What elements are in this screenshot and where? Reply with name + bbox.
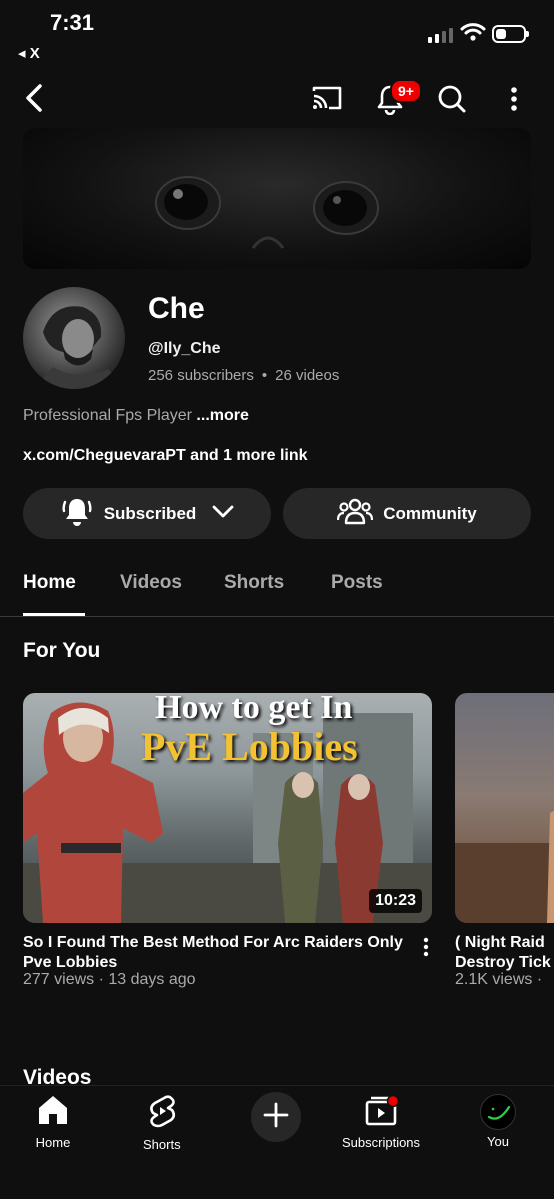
search-icon[interactable] (435, 82, 469, 116)
section-title-for-you: For You (23, 639, 101, 662)
video-count: 26 videos (275, 367, 340, 384)
description-more-link[interactable]: ...more (196, 407, 248, 424)
channel-links[interactable]: x.com/CheguevaraPT and 1 more link (23, 447, 308, 465)
nav-subscriptions-label: Subscriptions (342, 1135, 421, 1150)
bell-icon (60, 494, 94, 533)
subscriber-count: 256 subscribers (148, 367, 254, 384)
bottom-navigation: Home Shorts Subscriptions You (0, 1085, 554, 1199)
create-button[interactable] (251, 1092, 301, 1142)
back-button[interactable] (18, 80, 50, 116)
community-button[interactable]: Community (283, 488, 531, 539)
nav-shorts-label: Shorts (143, 1137, 181, 1152)
subscribed-label: Subscribed (103, 503, 197, 523)
subscribed-button[interactable]: Subscribed (23, 488, 271, 539)
profile-avatar-icon (480, 1094, 516, 1130)
status-time: 7:31 (50, 10, 95, 35)
video-thumbnail-2[interactable] (455, 693, 554, 923)
description-text: Professional Fps Player (23, 407, 192, 424)
channel-tabs: Home Videos Shorts Posts (0, 560, 554, 617)
tab-posts[interactable]: Posts (331, 572, 383, 594)
video-thumbnail[interactable]: How to get In PvE Lobbies 10:23 (23, 693, 432, 923)
back-to-app-link[interactable]: ◂ X (18, 44, 40, 62)
video-meta-2: 2.1K views · (455, 971, 543, 988)
tab-videos[interactable]: Videos (120, 572, 182, 594)
thumbnail-title-line-2: PvE Lobbies (141, 724, 358, 769)
wifi-icon (460, 22, 486, 47)
channel-avatar[interactable] (23, 287, 125, 389)
tab-shorts[interactable]: Shorts (224, 572, 284, 594)
nav-home-label: Home (35, 1135, 71, 1150)
video-title-2[interactable]: ( Night Raid Destroy Tick (455, 933, 554, 973)
channel-banner (23, 128, 531, 269)
stats-separator: • (261, 367, 268, 384)
active-tab-indicator (23, 613, 85, 616)
channel-name: Che (148, 292, 205, 325)
cast-icon[interactable] (308, 82, 346, 114)
video-title[interactable]: So I Found The Best Method For Arc Raide… (23, 933, 403, 973)
video-meta: 277 views · 13 days ago (23, 971, 196, 988)
nav-shorts[interactable]: Shorts (143, 1094, 181, 1152)
notification-count-badge: 9+ (390, 79, 422, 103)
plus-icon (263, 1102, 289, 1133)
battery-icon (492, 25, 529, 43)
subscriptions-icon (363, 1094, 400, 1131)
video-menu-icon[interactable] (416, 934, 436, 960)
nav-subscriptions[interactable]: Subscriptions (342, 1094, 420, 1150)
nav-home[interactable]: Home (35, 1094, 71, 1150)
channel-stats: 256 subscribers • 26 videos (148, 367, 339, 384)
chevron-down-icon (212, 504, 234, 524)
community-people-icon (337, 496, 374, 531)
channel-handle: @Ily_Che (148, 340, 221, 357)
cellular-signal-icon (428, 28, 453, 43)
channel-description[interactable]: Professional Fps Player ...more (23, 407, 249, 425)
nav-you-label: You (487, 1134, 509, 1149)
video-duration: 10:23 (369, 889, 422, 913)
nav-you[interactable]: You (480, 1094, 516, 1149)
tab-home[interactable]: Home (23, 572, 76, 594)
thumbnail-title-line-1: How to get In (155, 693, 353, 726)
home-icon (35, 1094, 71, 1131)
shorts-icon (146, 1094, 178, 1133)
more-options-icon[interactable] (500, 82, 528, 116)
community-label: Community (383, 503, 477, 523)
